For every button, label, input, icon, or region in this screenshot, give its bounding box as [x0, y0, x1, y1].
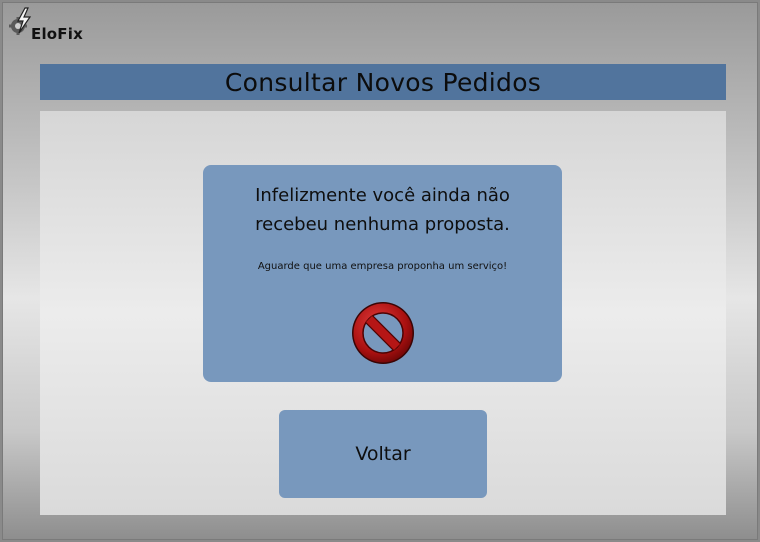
app-window: EloFix Consultar Novos Pedidos Infelizme… — [2, 2, 758, 540]
empty-state-box: Infelizmente você ainda não recebeu nenh… — [203, 165, 562, 382]
back-button-label: Voltar — [355, 443, 411, 465]
brand-logo[interactable]: EloFix — [9, 7, 89, 43]
brand-name: EloFix — [31, 25, 83, 43]
empty-state-message: Infelizmente você ainda não recebeu nenh… — [255, 185, 510, 235]
empty-state-hint: Aguarde que uma empresa proponha um serv… — [257, 261, 508, 272]
no-entry-icon — [352, 302, 414, 364]
page-title-bar: Consultar Novos Pedidos — [40, 64, 726, 100]
back-button[interactable]: Voltar — [279, 410, 487, 498]
page-title: Consultar Novos Pedidos — [224, 67, 542, 97]
